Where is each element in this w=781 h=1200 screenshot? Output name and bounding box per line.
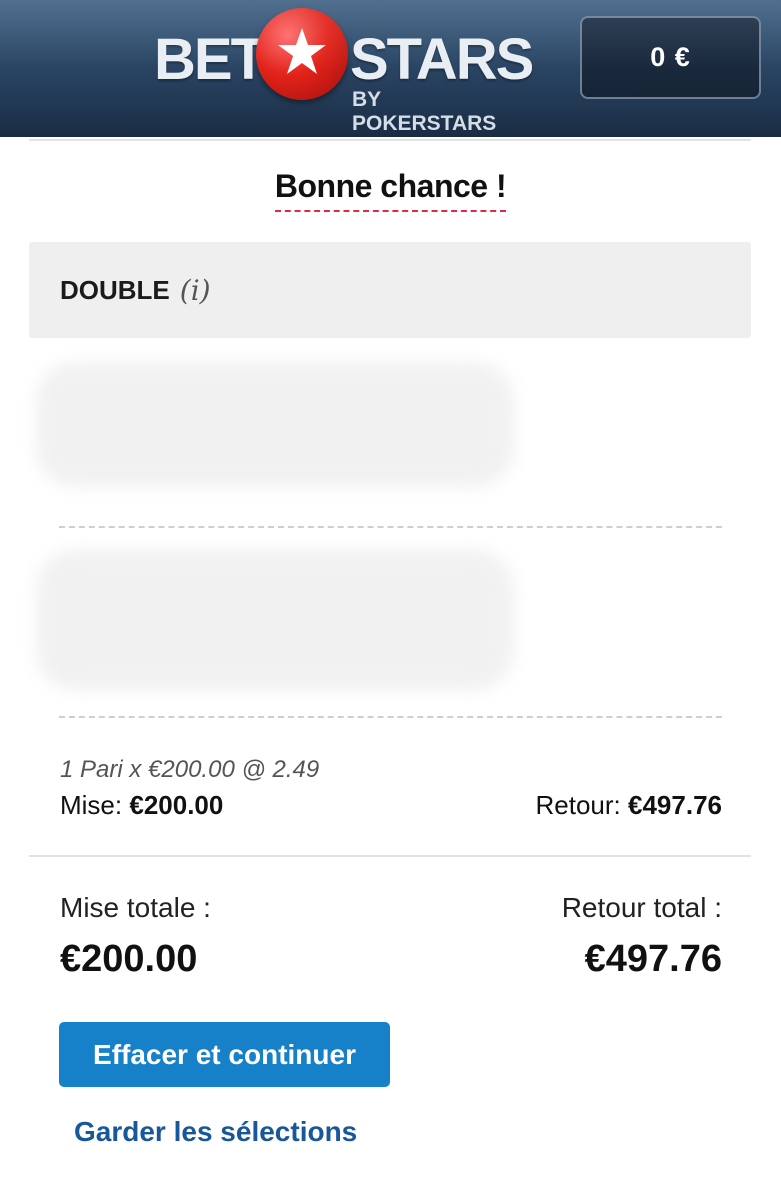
- logo-stars-text: STARS: [350, 27, 534, 92]
- app-header: BET STARS BY POKERSTARS 0 €: [0, 0, 781, 137]
- stake-value: €200.00: [129, 790, 224, 820]
- clear-and-continue-button[interactable]: Effacer et continuer: [59, 1022, 390, 1087]
- selection-divider: [59, 526, 722, 528]
- total-stake-value: €200.00: [60, 938, 198, 980]
- redacted-selection-1: [36, 362, 514, 487]
- return-label: Retour:: [535, 790, 621, 820]
- star-ball-icon: [256, 8, 348, 100]
- betstars-logo[interactable]: BET STARS BY POKERSTARS: [152, 8, 534, 135]
- total-stake-label: Mise totale :: [60, 892, 211, 923]
- total-return-label: Retour total :: [561, 892, 722, 923]
- return-info: Retour: €497.76: [536, 790, 722, 821]
- bet-type-header: DOUBLE (i): [29, 242, 751, 338]
- stake-return-row: Mise: €200.00 Retour: €497.76: [60, 790, 722, 824]
- balance-button[interactable]: 0 €: [580, 16, 761, 99]
- logo-bet-text: BET: [154, 27, 266, 92]
- keep-selections-link[interactable]: Garder les sélections: [74, 1116, 357, 1148]
- selection-divider: [59, 716, 722, 718]
- good-luck-text: Bonne chance !: [274, 168, 507, 212]
- stake-label: Mise:: [60, 790, 123, 820]
- bet-type-label: DOUBLE: [60, 274, 170, 305]
- total-return-value: €497.76: [584, 938, 722, 980]
- bet-summary: 1 Pari x €200.00 @ 2.49: [60, 756, 320, 783]
- totals-divider: [29, 855, 751, 857]
- logo-subtitle: BY POKERSTARS: [352, 88, 497, 135]
- redacted-selection-2: [36, 550, 514, 690]
- return-value: €497.76: [628, 790, 722, 820]
- stake-info: Mise: €200.00: [60, 790, 223, 821]
- confirmation-message: Bonne chance !: [0, 168, 781, 212]
- info-icon[interactable]: (i): [180, 274, 211, 307]
- header-divider: [29, 139, 751, 141]
